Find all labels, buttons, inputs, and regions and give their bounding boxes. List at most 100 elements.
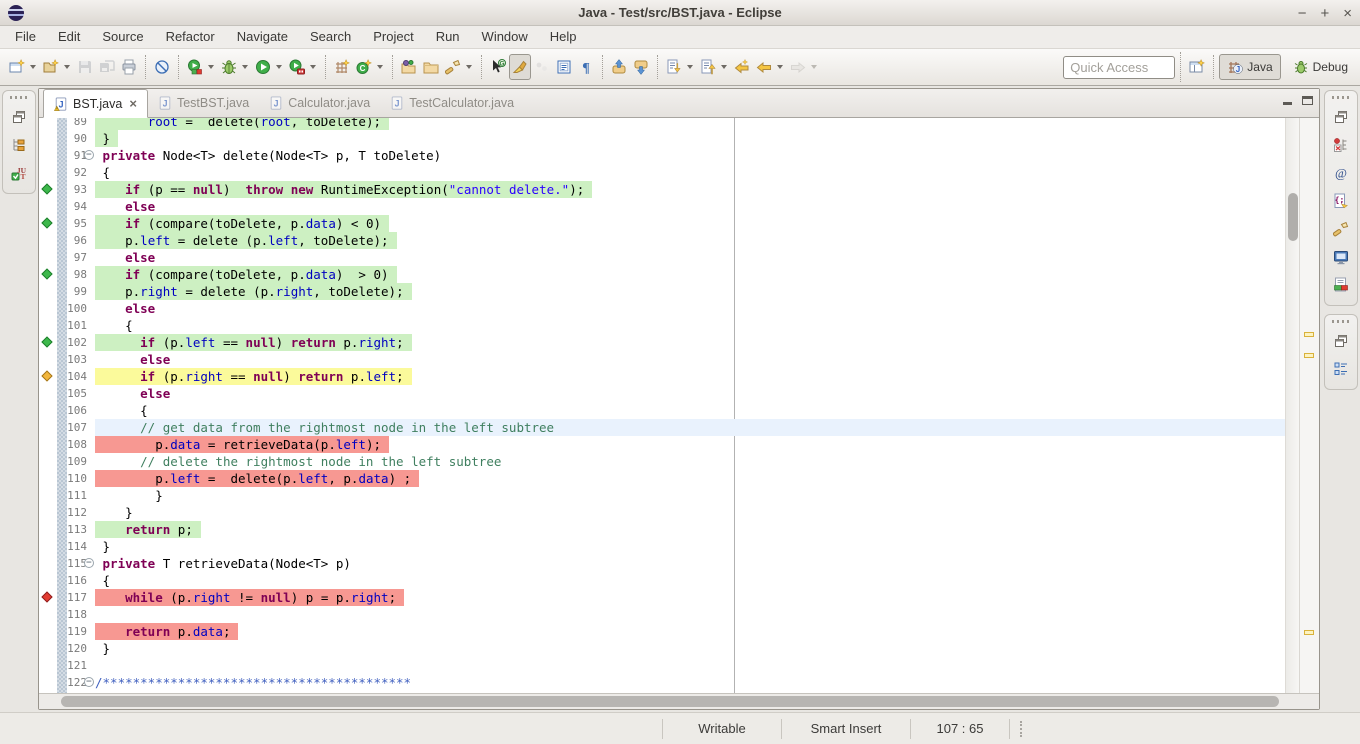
code-editor[interactable]: 89 root = delete(root, toDelete);90 }91−… bbox=[39, 118, 1319, 693]
maximize-editor-icon[interactable] bbox=[1302, 96, 1313, 105]
fold-ruler-cell[interactable]: − bbox=[87, 147, 95, 164]
code-line-109[interactable]: 109 // delete the rightmost node in the … bbox=[39, 453, 1285, 470]
annotation-ruler-cell[interactable] bbox=[39, 164, 57, 181]
code-text[interactable]: } bbox=[95, 504, 1285, 521]
annotation-ruler-cell[interactable] bbox=[39, 317, 57, 334]
code-text[interactable]: } bbox=[95, 640, 1285, 657]
menu-run[interactable]: Run bbox=[425, 26, 471, 48]
code-line-114[interactable]: 114 } bbox=[39, 538, 1285, 555]
menu-edit[interactable]: Edit bbox=[47, 26, 91, 48]
maximize-button[interactable]: + bbox=[1320, 5, 1329, 22]
annotation-ruler-cell[interactable] bbox=[39, 118, 57, 130]
annotation-ruler-cell[interactable] bbox=[39, 589, 57, 606]
annotation-ruler-cell[interactable] bbox=[39, 487, 57, 504]
annotation-ruler-cell[interactable] bbox=[39, 266, 57, 283]
vertical-scrollbar[interactable] bbox=[1285, 118, 1299, 693]
code-line-115[interactable]: 115− private T retrieveData(Node<T> p) bbox=[39, 555, 1285, 572]
menu-window[interactable]: Window bbox=[471, 26, 539, 48]
search-view-icon[interactable] bbox=[1329, 217, 1353, 241]
code-line-92[interactable]: 92 { bbox=[39, 164, 1285, 181]
coverage-button[interactable] bbox=[184, 54, 206, 80]
annotation-ruler-cell[interactable] bbox=[39, 640, 57, 657]
minimize-button[interactable]: − bbox=[1298, 5, 1307, 22]
annotation-ruler-cell[interactable] bbox=[39, 232, 57, 249]
code-line-111[interactable]: 111 } bbox=[39, 487, 1285, 504]
restore-views-icon[interactable] bbox=[1329, 329, 1353, 353]
code-text[interactable]: if (compare(toDelete, p.data) > 0) bbox=[95, 266, 1285, 283]
menu-project[interactable]: Project bbox=[362, 26, 424, 48]
code-text[interactable]: { bbox=[95, 402, 1285, 419]
collapse-icon[interactable]: − bbox=[84, 677, 94, 687]
code-line-96[interactable]: 96 p.left = delete (p.left, toDelete); bbox=[39, 232, 1285, 249]
show-whitespace-button[interactable]: ¶ bbox=[575, 54, 597, 80]
collapse-icon[interactable]: − bbox=[84, 558, 94, 568]
annotation-ruler-cell[interactable] bbox=[39, 368, 57, 385]
overview-annotation-mark[interactable] bbox=[1304, 332, 1314, 337]
problems-view-icon[interactable] bbox=[1329, 133, 1353, 157]
open-type-button[interactable] bbox=[398, 54, 420, 80]
next-annotation-button[interactable] bbox=[630, 54, 652, 80]
annotation-ruler-cell[interactable] bbox=[39, 300, 57, 317]
previous-edit-location-button-dropdown[interactable] bbox=[721, 65, 727, 69]
print-button[interactable] bbox=[118, 54, 140, 80]
annotation-ruler-cell[interactable] bbox=[39, 147, 57, 164]
new-java-project-button-dropdown[interactable] bbox=[64, 65, 70, 69]
code-text[interactable]: } bbox=[95, 130, 1285, 147]
code-text[interactable]: p.data = retrieveData(p.left); bbox=[95, 436, 1285, 453]
code-text[interactable]: // get data from the rightmost node in t… bbox=[95, 419, 1285, 436]
close-tab-icon[interactable]: × bbox=[129, 96, 137, 111]
code-line-116[interactable]: 116 { bbox=[39, 572, 1285, 589]
coverage-button-dropdown[interactable] bbox=[208, 65, 214, 69]
code-line-104[interactable]: 104 if (p.right == null) return p.left; bbox=[39, 368, 1285, 385]
code-text[interactable]: // delete the rightmost node in the left… bbox=[95, 453, 1285, 470]
code-text[interactable]: else bbox=[95, 351, 1285, 368]
code-line-113[interactable]: 113 return p; bbox=[39, 521, 1285, 538]
annotation-ruler-cell[interactable] bbox=[39, 215, 57, 232]
code-line-97[interactable]: 97 else bbox=[39, 249, 1285, 266]
menu-help[interactable]: Help bbox=[539, 26, 588, 48]
search-button[interactable] bbox=[442, 54, 464, 80]
code-text[interactable]: return p; bbox=[95, 521, 1285, 538]
junit-view-icon[interactable]: JUT bbox=[7, 161, 31, 185]
console-view-icon[interactable] bbox=[1329, 245, 1353, 269]
javadoc-view-icon[interactable]: @ bbox=[1329, 161, 1353, 185]
code-line-117[interactable]: 117 while (p.right != null) p = p.right; bbox=[39, 589, 1285, 606]
horizontal-scrollbar[interactable] bbox=[39, 693, 1319, 709]
status-drag-handle[interactable] bbox=[1020, 721, 1024, 737]
code-text[interactable]: p.right = delete (p.right, toDelete); bbox=[95, 283, 1285, 300]
new-wizard-button-dropdown[interactable] bbox=[30, 65, 36, 69]
vertical-scrollbar-thumb[interactable] bbox=[1288, 193, 1298, 241]
annotation-ruler-cell[interactable] bbox=[39, 402, 57, 419]
tab-testcalculator-java[interactable]: JTestCalculator.java bbox=[380, 89, 524, 117]
open-resource-button[interactable] bbox=[420, 54, 442, 80]
code-text[interactable]: root = delete(root, toDelete); bbox=[95, 118, 1285, 130]
code-line-91[interactable]: 91− private Node<T> delete(Node<T> p, T … bbox=[39, 147, 1285, 164]
close-button[interactable]: × bbox=[1343, 5, 1352, 22]
annotation-ruler-cell[interactable] bbox=[39, 334, 57, 351]
back-button-dropdown[interactable] bbox=[777, 65, 783, 69]
tab-testbst-java[interactable]: JTestBST.java bbox=[148, 89, 259, 117]
code-line-103[interactable]: 103 else bbox=[39, 351, 1285, 368]
code-line-102[interactable]: 102 if (p.left == null) return p.right; bbox=[39, 334, 1285, 351]
code-line-98[interactable]: 98 if (compare(toDelete, p.data) > 0) bbox=[39, 266, 1285, 283]
code-text[interactable]: p.left = delete (p.left, toDelete); bbox=[95, 232, 1285, 249]
code-line-99[interactable]: 99 p.right = delete (p.right, toDelete); bbox=[39, 283, 1285, 300]
search-button-dropdown[interactable] bbox=[466, 65, 472, 69]
debug-button[interactable] bbox=[218, 54, 240, 80]
annotation-ruler-cell[interactable] bbox=[39, 283, 57, 300]
annotation-ruler-cell[interactable] bbox=[39, 419, 57, 436]
code-text[interactable]: return p.data; bbox=[95, 623, 1285, 640]
overview-annotation-mark[interactable] bbox=[1304, 630, 1314, 635]
code-text[interactable]: } bbox=[95, 538, 1285, 555]
code-line-105[interactable]: 105 else bbox=[39, 385, 1285, 402]
run-button[interactable] bbox=[252, 54, 274, 80]
code-line-108[interactable]: 108 p.data = retrieveData(p.left); bbox=[39, 436, 1285, 453]
fold-ruler-cell[interactable]: − bbox=[87, 674, 95, 691]
annotation-ruler-cell[interactable] bbox=[39, 351, 57, 368]
code-line-90[interactable]: 90 } bbox=[39, 130, 1285, 147]
annotation-ruler-cell[interactable] bbox=[39, 606, 57, 623]
debug-button-dropdown[interactable] bbox=[242, 65, 248, 69]
annotation-ruler-cell[interactable] bbox=[39, 198, 57, 215]
code-text[interactable]: else bbox=[95, 300, 1285, 317]
menu-navigate[interactable]: Navigate bbox=[226, 26, 299, 48]
